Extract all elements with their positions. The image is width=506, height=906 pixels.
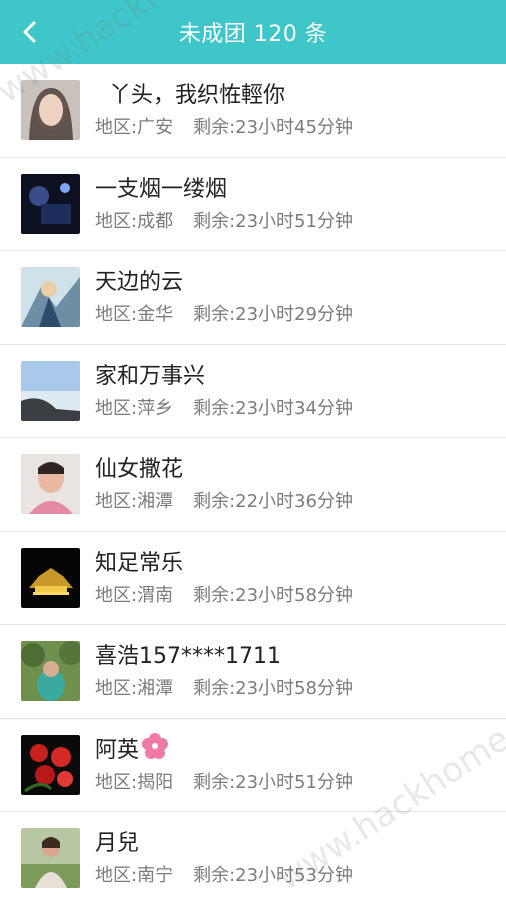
- avatar: [21, 360, 80, 421]
- item-remaining: 剩余:23小时29分钟: [193, 304, 353, 325]
- list-item[interactable]: 仙女撒花 地区:湘潭 剩余:22小时36分钟: [0, 438, 506, 532]
- item-name: 一支烟一缕烟: [95, 176, 228, 202]
- item-name: 阿英: [95, 732, 169, 764]
- list-item[interactable]: 知足常乐 地区:渭南 剩余:23小时58分钟: [0, 532, 506, 625]
- list-item[interactable]: 天边的云 地区:金华 剩余:23小时29分钟: [0, 251, 506, 345]
- avatar: [21, 80, 80, 140]
- back-button[interactable]: [10, 12, 50, 52]
- item-remaining: 剩余:22小时36分钟: [193, 491, 353, 512]
- item-name: 天边的云: [95, 270, 184, 295]
- item-name: 喜浩157****1711: [95, 644, 281, 669]
- list-item[interactable]: 月兒 地区:南宁 剩余:23小时53分钟: [0, 812, 506, 906]
- avatar: [21, 828, 80, 888]
- avatar: [21, 173, 80, 234]
- avatar: [21, 547, 80, 608]
- item-name: 仙女撒花: [95, 457, 184, 482]
- item-remaining: 剩余:23小时45分钟: [193, 117, 353, 138]
- avatar: [21, 454, 80, 514]
- item-meta: 地区:湘潭 剩余:22小时36分钟: [95, 487, 353, 513]
- item-meta: 地区:广安 剩余:23小时45分钟: [95, 113, 353, 139]
- list-item[interactable]: 喜浩157****1711 地区:湘潭 剩余:23小时58分钟: [0, 625, 506, 719]
- item-meta: 地区:渭南 剩余:23小时58分钟: [95, 581, 353, 607]
- item-meta: 地区:金华 剩余:23小时29分钟: [95, 300, 353, 326]
- avatar: [21, 734, 80, 795]
- avatar: [21, 641, 80, 701]
- item-remaining: 剩余:23小时34分钟: [193, 397, 353, 419]
- item-meta: 地区:湘潭 剩余:23小时58分钟: [95, 674, 353, 700]
- top-bar: 未成团 120 条: [0, 0, 506, 64]
- page-title: 未成团 120 条: [178, 22, 328, 47]
- item-remaining: 剩余:23小时58分钟: [193, 678, 353, 699]
- item-region: 地区:金华: [95, 304, 174, 325]
- item-name: 知足常乐: [95, 550, 184, 576]
- item-meta: 地区:萍乡 剩余:23小时34分钟: [95, 394, 353, 420]
- item-name: 家和万事兴: [95, 363, 206, 389]
- item-meta: 地区:南宁 剩余:23小时53分钟: [95, 861, 353, 887]
- item-remaining: 剩余:23小时51分钟: [193, 210, 353, 232]
- item-name: 丫头，我织恠輕你: [95, 83, 285, 108]
- list-item[interactable]: 家和万事兴 地区:萍乡 剩余:23小时34分钟: [0, 345, 506, 438]
- avatar: [21, 267, 80, 327]
- group-list: 丫头，我织恠輕你 地区:广安 剩余:23小时45分钟 一支烟一缕烟 地区:成都 剩余…: [0, 64, 506, 906]
- item-name: 月兒: [95, 831, 140, 856]
- item-region: 地区:揭阳: [95, 771, 174, 793]
- item-region: 地区:渭南: [95, 584, 174, 606]
- item-region: 地区:湘潭: [95, 491, 174, 512]
- list-item[interactable]: 丫头，我织恠輕你 地区:广安 剩余:23小时45分钟: [0, 64, 506, 158]
- item-remaining: 剩余:23小时51分钟: [193, 771, 353, 793]
- item-region: 地区:成都: [95, 210, 174, 232]
- flower-emoji-icon: [142, 732, 169, 759]
- chevron-left-icon: [23, 21, 36, 43]
- item-region: 地区:南宁: [95, 865, 174, 886]
- item-meta: 地区:揭阳 剩余:23小时51分钟: [95, 768, 353, 794]
- item-region: 地区:萍乡: [95, 397, 174, 419]
- item-remaining: 剩余:23小时58分钟: [193, 584, 353, 606]
- item-region: 地区:湘潭: [95, 678, 174, 699]
- list-item[interactable]: 一支烟一缕烟 地区:成都 剩余:23小时51分钟: [0, 158, 506, 251]
- item-meta: 地区:成都 剩余:23小时51分钟: [95, 207, 353, 233]
- item-remaining: 剩余:23小时53分钟: [193, 865, 353, 886]
- list-item[interactable]: 阿英 地区:揭阳 剩余:23小时51分钟: [0, 719, 506, 812]
- item-region: 地区:广安: [95, 117, 174, 138]
